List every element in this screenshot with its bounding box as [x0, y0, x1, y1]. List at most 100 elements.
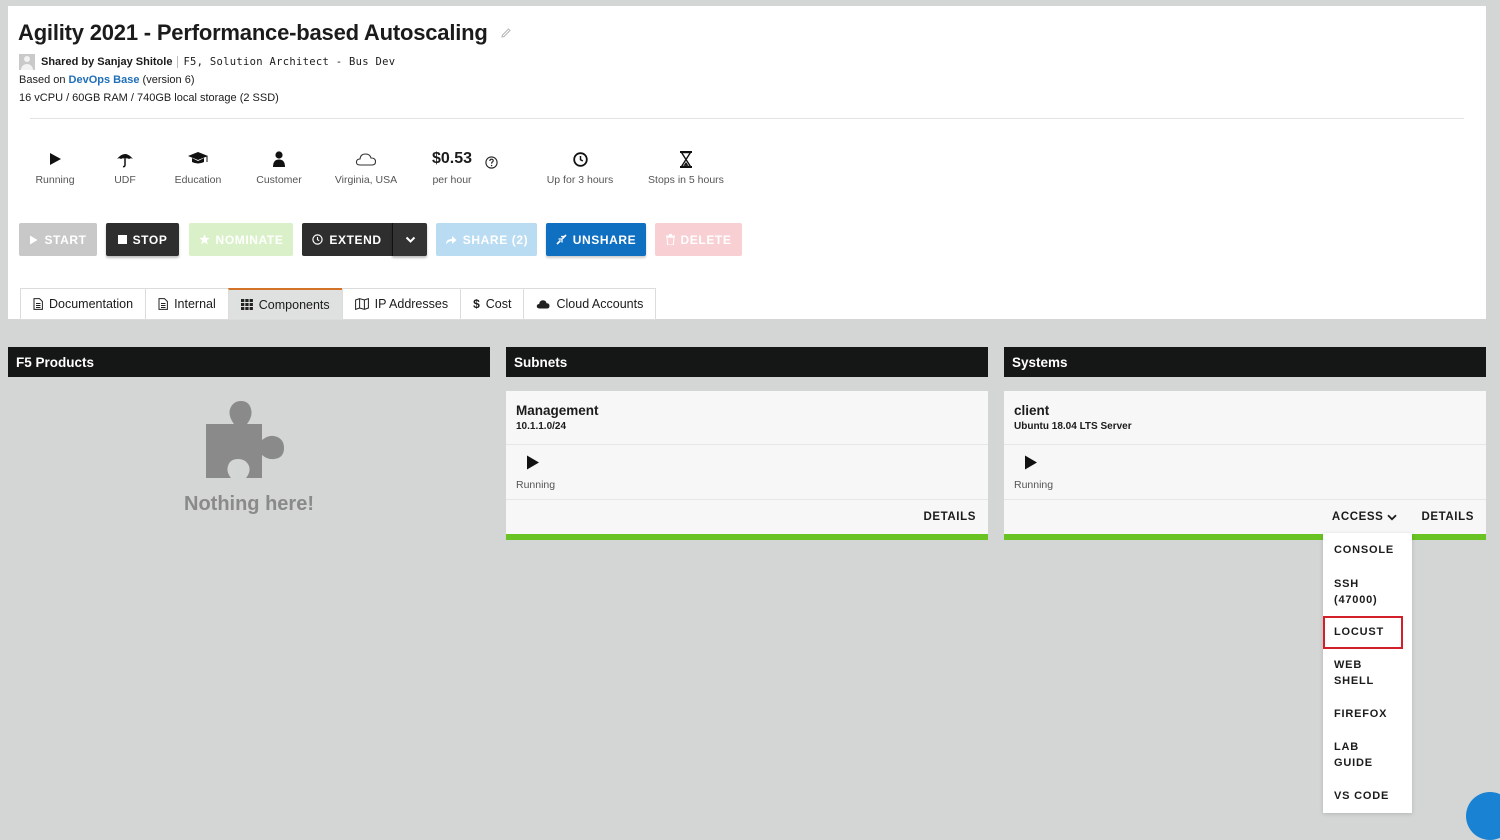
- delete-button[interactable]: DELETE: [655, 223, 742, 256]
- tab-documentation-label: Documentation: [49, 297, 134, 311]
- unshare-icon: [556, 234, 567, 245]
- stat-customer: Customer: [254, 150, 304, 186]
- system-status: Running: [1004, 445, 1486, 500]
- share-button-label: SHARE (2): [462, 232, 529, 247]
- stop-icon: [117, 235, 127, 244]
- cloud-icon: [355, 153, 377, 166]
- help-icon[interactable]: [485, 156, 498, 169]
- tab-internal[interactable]: Internal: [145, 288, 228, 320]
- play-icon: [1025, 455, 1037, 470]
- stop-button[interactable]: STOP: [106, 223, 179, 256]
- system-status-label: Running: [1014, 479, 1054, 491]
- subnets-header: Subnets: [506, 347, 988, 377]
- access-menu-item-vs-code[interactable]: VS CODE: [1334, 788, 1389, 804]
- share-icon: [445, 235, 457, 244]
- document-icon: [158, 298, 168, 310]
- stat-udf: UDF: [108, 150, 142, 186]
- deployment-header-panel: Agility 2021 - Performance-based Autosca…: [8, 6, 1486, 320]
- extend-dropdown-toggle[interactable]: [392, 223, 427, 256]
- access-menu-item-web-shell[interactable]: WEB SHELL: [1334, 657, 1384, 689]
- locust-highlight-box: [1323, 616, 1403, 649]
- stat-education: Education: [171, 150, 225, 186]
- extend-button-label: EXTEND: [329, 232, 382, 247]
- f5-products-header: F5 Products: [8, 347, 490, 377]
- star-icon: [198, 234, 210, 245]
- subnet-name: Management: [516, 403, 599, 418]
- subnet-status: Running: [506, 445, 988, 500]
- system-details-button[interactable]: DETAILS: [1421, 511, 1474, 523]
- cloud-icon: [537, 300, 550, 309]
- document-icon: [33, 298, 43, 310]
- shared-by-role: F5, Solution Architect - Bus Dev: [177, 56, 395, 68]
- tab-ip-addresses-label: IP Addresses: [374, 297, 449, 311]
- blueprint-link[interactable]: DevOps Base: [69, 74, 140, 86]
- f5-products-empty-state: Nothing here!: [8, 400, 490, 516]
- start-button[interactable]: START: [19, 223, 97, 256]
- access-menu-item-ssh[interactable]: SSH (47000): [1334, 576, 1394, 608]
- system-name: client: [1014, 403, 1050, 418]
- chat-widget-button[interactable]: [1466, 792, 1500, 840]
- nominate-button-label: NOMINATE: [215, 232, 284, 247]
- stat-running-label: Running: [35, 174, 75, 186]
- subnet-status-label: Running: [516, 479, 556, 491]
- stat-education-label: Education: [174, 174, 222, 186]
- tab-cost-label: Cost: [485, 297, 512, 311]
- based-on-prefix: Based on: [19, 74, 66, 86]
- shared-by-row: Shared by Sanjay Shitole F5, Solution Ar…: [19, 54, 395, 70]
- stat-stops-label: Stops in 5 hours: [648, 174, 724, 186]
- price-value: $0.53: [431, 150, 473, 167]
- based-on-version: (version 6): [142, 74, 195, 86]
- share-button[interactable]: SHARE (2): [436, 223, 537, 256]
- stat-running: Running: [32, 150, 78, 186]
- stat-udf-label: UDF: [114, 174, 136, 186]
- access-menu-item-lab-guide[interactable]: LAB GUIDE: [1334, 739, 1384, 771]
- nominate-button[interactable]: NOMINATE: [189, 223, 293, 256]
- stop-button-label: STOP: [132, 232, 168, 247]
- stat-uptime: Up for 3 hours: [538, 150, 622, 186]
- subnet-cidr: 10.1.1.0/24: [516, 421, 567, 432]
- access-menu-item-firefox[interactable]: FIREFOX: [1334, 706, 1387, 722]
- start-button-label: START: [44, 232, 87, 247]
- stat-price: $0.53 per hour: [428, 150, 476, 186]
- empty-state-text: Nothing here!: [184, 493, 314, 515]
- access-menu-item-console[interactable]: CONSOLE: [1334, 542, 1394, 558]
- avatar: [19, 54, 35, 70]
- edit-pencil-icon[interactable]: [500, 27, 512, 39]
- tab-components-label: Components: [258, 297, 330, 312]
- specs-text: 16 vCPU / 60GB RAM / 740GB local storage…: [19, 92, 279, 104]
- puzzle-piece-icon: [206, 401, 284, 478]
- tab-documentation[interactable]: Documentation: [20, 288, 146, 320]
- subnet-details-button[interactable]: DETAILS: [923, 511, 976, 523]
- tab-cost[interactable]: $ Cost: [460, 288, 524, 320]
- trash-icon: [665, 234, 675, 245]
- access-dropdown-button[interactable]: ACCESS: [1332, 511, 1398, 523]
- systems-header: Systems: [1004, 347, 1486, 377]
- tab-bar: Documentation Internal Components IP Add…: [20, 288, 657, 320]
- unshare-button[interactable]: UNSHARE: [546, 223, 646, 256]
- chevron-down-icon: [1387, 514, 1398, 520]
- page-title: Agility 2021 - Performance-based Autosca…: [18, 20, 488, 45]
- access-button-label: ACCESS: [1331, 511, 1384, 523]
- play-icon: [50, 153, 61, 165]
- hourglass-icon: [680, 150, 692, 168]
- subnet-card-management: Management 10.1.1.0/24 Running DETAILS: [506, 391, 988, 540]
- tab-internal-label: Internal: [174, 297, 216, 311]
- play-icon: [527, 455, 539, 470]
- based-on-row: Based on DevOps Base (version 6): [19, 74, 195, 86]
- clock-icon: [312, 234, 324, 245]
- price-unit: per hour: [432, 174, 472, 186]
- play-icon: [30, 235, 38, 244]
- access-dropdown-menu: CONSOLE SSH (47000) LOCUST WEB SHELL FIR…: [1323, 533, 1412, 813]
- extend-button[interactable]: EXTEND: [302, 223, 392, 256]
- divider: [30, 118, 1464, 119]
- system-card-client: client Ubuntu 18.04 LTS Server Running A…: [1004, 391, 1486, 540]
- stat-region-label: Virginia, USA: [334, 174, 398, 186]
- stat-uptime-label: Up for 3 hours: [546, 174, 614, 186]
- tab-cloud-accounts[interactable]: Cloud Accounts: [523, 288, 657, 320]
- tab-components[interactable]: Components: [227, 288, 342, 320]
- user-icon: [273, 151, 285, 167]
- tab-ip-addresses[interactable]: IP Addresses: [341, 288, 461, 320]
- umbrella-icon: [117, 154, 133, 168]
- stat-region: Virginia, USA: [333, 150, 399, 186]
- chevron-down-icon: [405, 236, 415, 243]
